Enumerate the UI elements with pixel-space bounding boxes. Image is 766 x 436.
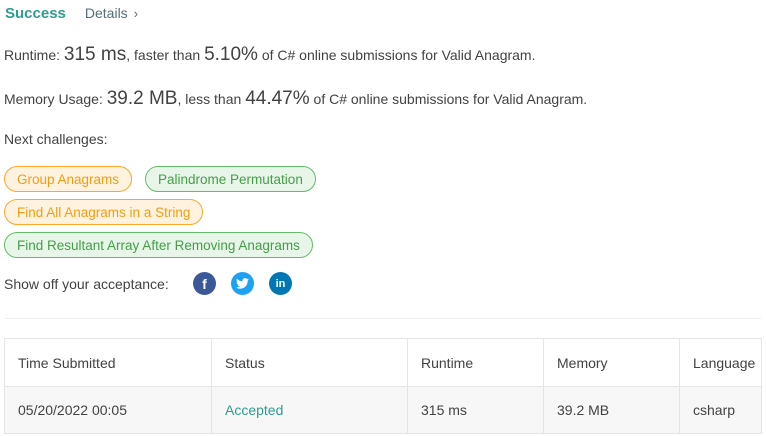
accepted-link[interactable]: Accepted xyxy=(225,402,283,418)
header-memory: Memory xyxy=(543,338,680,387)
share-label: Show off your acceptance: xyxy=(4,276,169,292)
success-status: Success xyxy=(5,4,66,22)
memory-stat: Memory Usage: 39.2 MB, less than 44.47% … xyxy=(4,88,587,110)
runtime-percent: 5.10% xyxy=(204,44,258,65)
challenge-group-anagrams[interactable]: Group Anagrams xyxy=(4,166,133,192)
divider xyxy=(5,318,761,319)
cell-time: 05/20/2022 00:05 xyxy=(4,386,212,434)
details-link[interactable]: Details › xyxy=(85,5,138,21)
memory-comparison: , less than xyxy=(177,91,242,107)
linkedin-icon[interactable]: in xyxy=(269,272,292,295)
memory-label: Memory Usage: xyxy=(4,91,103,107)
runtime-value: 315 ms xyxy=(63,44,127,65)
memory-value: 39.2 MB xyxy=(106,88,178,109)
memory-suffix: of C# online submissions for Valid Anagr… xyxy=(313,91,588,107)
cell-language: csharp xyxy=(679,386,762,434)
header-status: Status xyxy=(211,338,408,387)
runtime-comparison: , faster than xyxy=(126,47,201,63)
challenge-palindrome-permutation[interactable]: Palindrome Permutation xyxy=(145,166,316,192)
chevron-right-icon: › xyxy=(133,5,139,21)
runtime-label: Runtime: xyxy=(4,47,61,63)
cell-status: Accepted xyxy=(211,386,408,434)
header-time-submitted: Time Submitted xyxy=(4,338,212,387)
challenge-find-all-anagrams[interactable]: Find All Anagrams in a String xyxy=(4,199,204,225)
table-row: 05/20/2022 00:05 Accepted 315 ms 39.2 MB… xyxy=(4,386,762,434)
memory-percent: 44.47% xyxy=(245,88,310,109)
details-label: Details xyxy=(84,5,128,21)
twitter-icon[interactable] xyxy=(231,272,254,295)
submissions-table: Time Submitted Status Runtime Memory Lan… xyxy=(4,338,762,434)
header-language: Language xyxy=(679,338,762,387)
table-header-row: Time Submitted Status Runtime Memory Lan… xyxy=(4,338,762,387)
runtime-suffix: of C# online submissions for Valid Anagr… xyxy=(261,47,536,63)
cell-runtime: 315 ms xyxy=(407,386,544,434)
challenge-find-resultant-array[interactable]: Find Resultant Array After Removing Anag… xyxy=(4,232,313,258)
header-runtime: Runtime xyxy=(407,338,544,387)
next-challenges-label: Next challenges: xyxy=(4,131,108,147)
facebook-icon[interactable]: f xyxy=(193,272,216,295)
cell-memory: 39.2 MB xyxy=(543,386,680,434)
runtime-stat: Runtime: 315 ms, faster than 5.10% of C#… xyxy=(4,44,535,66)
result-header: Success Details › xyxy=(5,3,138,23)
